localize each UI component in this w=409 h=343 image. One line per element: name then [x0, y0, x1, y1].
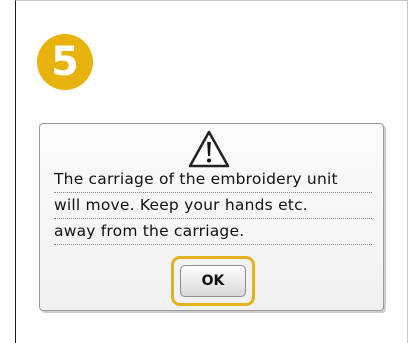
warning-icon: [188, 130, 230, 168]
step-number-badge: 5: [37, 34, 93, 90]
message-line: The carriage of the embroidery unit: [54, 167, 372, 193]
ok-button[interactable]: OK: [180, 265, 246, 297]
message-line: will move. Keep your hands etc.: [54, 193, 372, 219]
message-line: away from the carriage.: [54, 219, 372, 245]
ok-button-highlight: OK: [171, 256, 255, 306]
warning-dialog: The carriage of the embroidery unit will…: [39, 123, 384, 311]
dialog-message: The carriage of the embroidery unit will…: [54, 167, 372, 245]
